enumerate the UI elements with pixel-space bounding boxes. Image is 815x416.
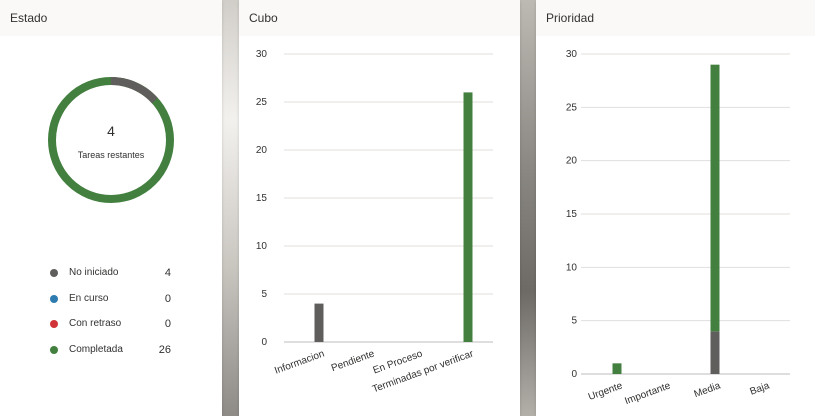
estado-card: Estado 4 Tareas restantes No iniciado 4 … (0, 0, 222, 416)
y-tick-label: 15 (566, 209, 578, 220)
donut-remaining-label: Tareas restantes (78, 150, 145, 160)
x-tick-label: Pendiente (330, 348, 376, 374)
bar (710, 64, 720, 332)
prioridad-card-title: Prioridad (536, 0, 815, 36)
y-tick-label: 25 (256, 97, 268, 108)
donut-segment-no-iniciado (110, 77, 158, 104)
x-tick-label: Media (693, 380, 723, 400)
legend-label: Con retraso (69, 318, 122, 329)
y-tick-label: 20 (256, 145, 268, 156)
legend-item-con-retraso: Con retraso 0 (50, 318, 180, 332)
y-tick-label: 15 (256, 193, 268, 204)
y-tick-label: 30 (566, 49, 578, 60)
legend-count: 26 (158, 344, 171, 356)
donut-remaining-count: 4 (107, 123, 115, 139)
bar (463, 92, 473, 343)
y-tick-label: 30 (256, 49, 268, 60)
legend-dot (50, 295, 58, 303)
cubo-card: Cubo 0 5 10 15 20 25 30 Informacion Pendiente En … (239, 0, 520, 416)
y-tick-label: 0 (261, 337, 267, 348)
bar (612, 363, 622, 374)
legend-dot (50, 320, 58, 328)
legend-label: En curso (69, 293, 109, 304)
legend-label: Completada (69, 344, 123, 355)
y-tick-label: 5 (261, 289, 267, 300)
prioridad-bar-chart: 0 5 10 15 20 25 30 Urgente Importante Media Baja (566, 49, 790, 407)
bar (314, 303, 324, 342)
legend-label: No iniciado (69, 267, 119, 278)
y-tick-label: 20 (566, 156, 578, 167)
cubo-card-title: Cubo (239, 0, 520, 36)
legend-item-en-curso: En curso 0 (50, 293, 180, 307)
estado-card-title: Estado (0, 0, 222, 36)
x-tick-label: Baja (748, 380, 771, 397)
bar (710, 331, 720, 374)
x-tick-label: Importante (623, 380, 672, 407)
legend-count: 0 (164, 293, 171, 305)
x-tick-label: Urgente (587, 380, 625, 403)
legend-count: 4 (164, 267, 171, 279)
legend-item-completada: Completada 26 (50, 344, 180, 358)
y-tick-label: 5 (571, 316, 577, 327)
cubo-bar-chart: 051015202530Informacion PendienteEn Proce… (256, 49, 493, 395)
legend-count: 0 (164, 318, 171, 330)
x-tick-label: Informacion (273, 348, 326, 376)
legend-dot (50, 269, 58, 277)
prioridad-card: Prioridad 0 5 10 15 20 25 30 Urgente Importante M… (536, 0, 815, 416)
y-tick-label: 10 (566, 262, 578, 273)
legend-dot (50, 346, 58, 354)
estado-donut: 4 Tareas restantes (48, 77, 174, 203)
y-tick-label: 0 (571, 369, 577, 380)
y-tick-label: 10 (256, 241, 268, 252)
y-tick-label: 25 (566, 102, 578, 113)
legend-item-no-iniciado: No iniciado 4 (50, 267, 180, 281)
